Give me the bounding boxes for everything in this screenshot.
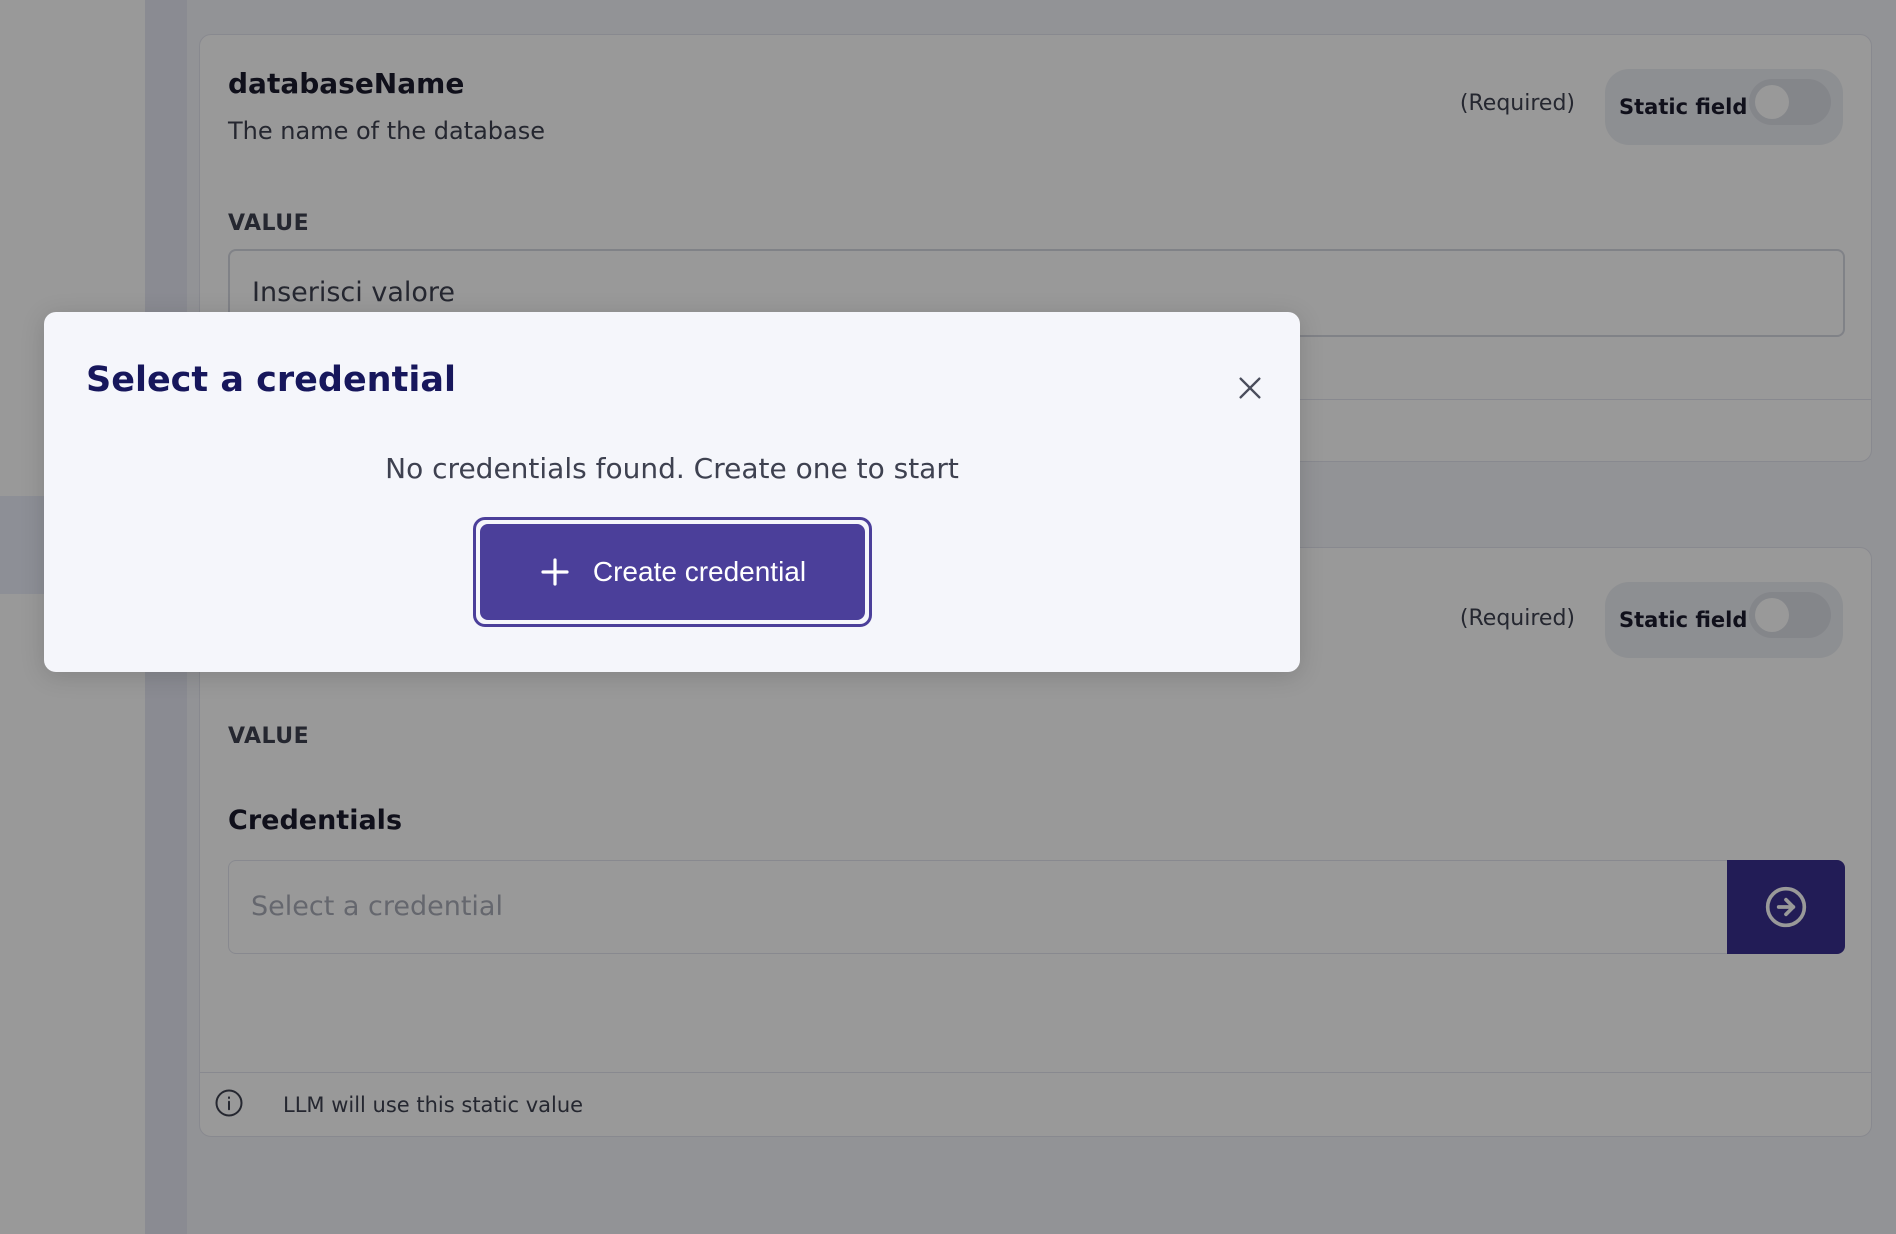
- plus-icon: [541, 558, 569, 586]
- modal-title: Select a credential: [86, 360, 456, 400]
- create-credential-button[interactable]: Create credential: [480, 524, 865, 620]
- create-credential-label: Create credential: [592, 556, 807, 587]
- select-credential-modal: Select a credential No credentials found…: [44, 312, 1300, 672]
- create-credential-focus-ring: Create credential: [473, 517, 872, 627]
- empty-state-message: No credentials found. Create one to star…: [385, 452, 959, 485]
- close-icon: [1239, 377, 1261, 399]
- close-button[interactable]: [1226, 364, 1274, 412]
